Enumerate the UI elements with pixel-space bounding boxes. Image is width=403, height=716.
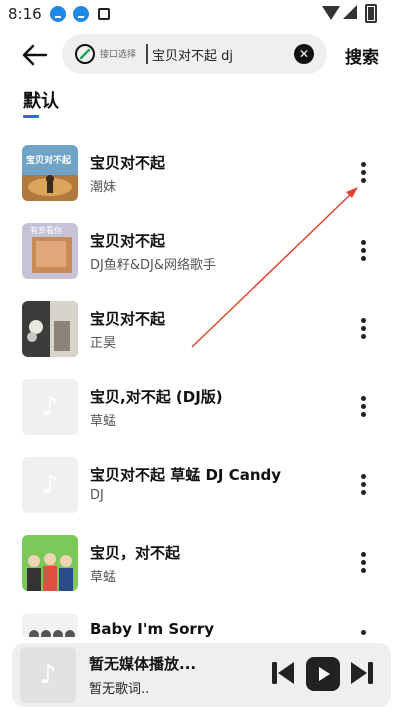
song-title: Baby I'm Sorry xyxy=(90,620,214,637)
song-cover-placeholder xyxy=(22,379,78,435)
song-row[interactable]: 宝贝对不起 正昊 xyxy=(0,296,403,374)
play-icon xyxy=(319,667,330,681)
previous-track-icon[interactable] xyxy=(270,659,296,687)
interface-select-icon[interactable] xyxy=(74,43,96,65)
more-options-icon[interactable] xyxy=(354,474,372,496)
song-artist: 草蜢 xyxy=(90,570,117,585)
clear-search-icon[interactable]: ✕ xyxy=(294,44,314,64)
cell-signal-icon xyxy=(343,5,357,19)
more-options-icon[interactable] xyxy=(354,318,372,340)
status-time: 8:16 xyxy=(8,5,42,23)
search-input[interactable] xyxy=(152,43,284,65)
tab-default[interactable]: 默认 xyxy=(23,87,59,113)
song-artist: DJ xyxy=(90,488,104,503)
song-artist: 正昊 xyxy=(90,336,117,351)
cover-text: 有幸看你 xyxy=(30,226,62,235)
battery-icon xyxy=(365,4,377,23)
song-row[interactable]: 宝贝,对不起 (DJ版) 草蜢 xyxy=(0,374,403,452)
cover-text: 宝贝对不起 xyxy=(26,156,72,166)
song-artist: 潮妹 xyxy=(90,180,117,195)
song-artist: DJ鱼籽&DJ&网络歌手 xyxy=(90,258,216,273)
song-cover xyxy=(22,301,78,357)
song-row[interactable]: 宝贝对不起 宝贝对不起 潮妹 xyxy=(0,140,403,218)
song-row[interactable]: 宝贝，对不起 草蜢 xyxy=(0,530,403,608)
more-options-icon[interactable] xyxy=(354,162,372,184)
next-track-icon[interactable] xyxy=(349,659,375,687)
song-title: 宝贝，对不起 xyxy=(90,544,181,562)
search-box[interactable]: 接口选择 ✕ xyxy=(62,34,327,74)
more-options-icon[interactable] xyxy=(354,630,372,637)
mini-player[interactable]: 暂无媒体播放... 暂无歌词.. xyxy=(12,643,391,707)
song-list[interactable]: 宝贝对不起 宝贝对不起 潮妹 有幸看你 宝贝对不起 DJ鱼籽&DJ&网络歌手 宝… xyxy=(0,140,403,637)
song-row[interactable]: Baby I'm Sorry xyxy=(0,608,403,637)
search-divider xyxy=(146,44,148,64)
song-cover xyxy=(22,535,78,591)
song-cover xyxy=(22,613,78,637)
song-row[interactable]: 宝贝对不起 草蜢 DJ Candy DJ xyxy=(0,452,403,530)
player-title: 暂无媒体播放... xyxy=(89,655,197,673)
status-bar: 8:16 xyxy=(0,0,403,30)
download-notification-icon xyxy=(73,6,89,22)
song-title: 宝贝对不起 xyxy=(90,154,166,172)
song-title: 宝贝对不起 草蜢 DJ Candy xyxy=(90,466,282,484)
song-title: 宝贝对不起 xyxy=(90,310,166,328)
download-notification-icon xyxy=(50,6,66,22)
song-title: 宝贝,对不起 (DJ版) xyxy=(90,388,223,406)
more-options-icon[interactable] xyxy=(354,240,372,262)
back-arrow-icon[interactable] xyxy=(20,40,50,70)
song-cover: 有幸看你 xyxy=(22,223,78,279)
player-lyrics: 暂无歌词.. xyxy=(89,682,150,697)
app-notification-icon xyxy=(98,8,110,20)
interface-select-label[interactable]: 接口选择 xyxy=(100,47,136,60)
more-options-icon[interactable] xyxy=(354,552,372,574)
song-cover-placeholder xyxy=(22,457,78,513)
player-cover xyxy=(20,647,76,703)
song-artist: 草蜢 xyxy=(90,414,117,429)
search-button[interactable]: 搜索 xyxy=(345,43,379,68)
play-button[interactable] xyxy=(306,657,340,691)
song-cover: 宝贝对不起 xyxy=(22,145,78,201)
more-options-icon[interactable] xyxy=(354,396,372,418)
tab-active-indicator xyxy=(23,115,39,118)
wifi-icon xyxy=(322,6,340,20)
song-title: 宝贝对不起 xyxy=(90,232,166,250)
song-row[interactable]: 有幸看你 宝贝对不起 DJ鱼籽&DJ&网络歌手 xyxy=(0,218,403,296)
